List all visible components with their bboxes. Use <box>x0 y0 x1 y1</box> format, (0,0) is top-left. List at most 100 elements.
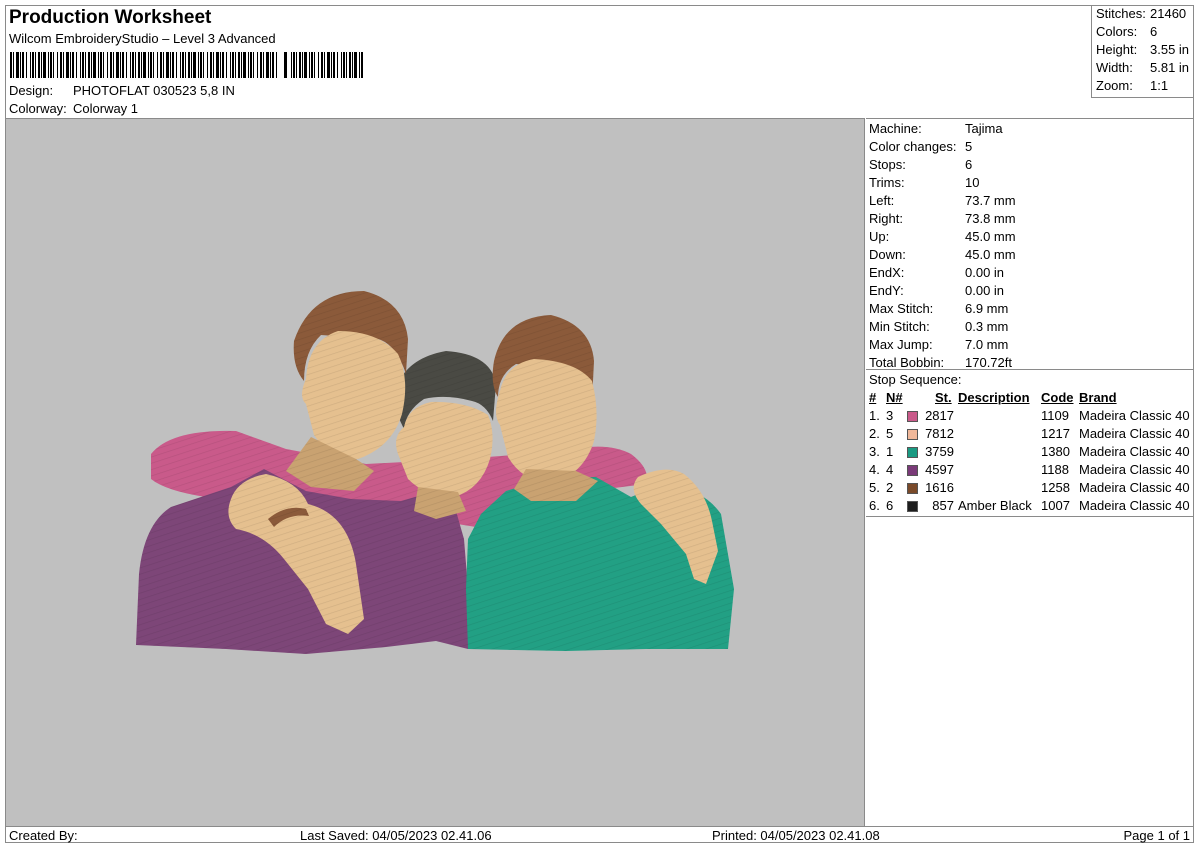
info-label: Max Stitch: <box>869 301 934 316</box>
table-row: 6. 6 857 Amber Black 1007 Madeira Classic 40 <box>866 498 1193 516</box>
table-row: 5. 2 1616 1258 Madeira Classic 40 <box>866 480 1193 498</box>
info-label: EndY: <box>869 283 904 298</box>
info-value: 73.8 mm <box>965 211 1016 226</box>
design-stats: Stitches: 21460 Colors: 6 Height: 3.55 in W… <box>1091 6 1194 98</box>
stitch-count: 857 <box>932 498 954 513</box>
info-value: 0.00 in <box>965 283 1005 298</box>
table-row: 1. 3 2817 1109 Madeira Classic 40 <box>866 408 1193 426</box>
stat-width: Width: 5.81 in <box>1096 60 1189 78</box>
col-stitches: St. <box>935 390 952 405</box>
stat-value: 21460 <box>1150 6 1187 21</box>
info-label: Color changes: <box>869 139 957 154</box>
embroidery-design-illustration <box>136 291 734 654</box>
col-code: Code <box>1041 390 1074 405</box>
stat-height: Height: 3.55 in <box>1096 42 1189 60</box>
thread-code: 1007 <box>1041 498 1070 513</box>
info-value: 0.3 mm <box>965 319 1009 334</box>
software-name: Wilcom EmbroideryStudio – Level 3 Advanc… <box>9 31 276 46</box>
info-value: 0.00 in <box>965 265 1005 280</box>
info-value: 7.0 mm <box>965 337 1009 352</box>
colorway-value: Colorway 1 <box>73 101 139 116</box>
stop-sequence-title: Stop Sequence: <box>869 372 962 387</box>
col-stop: # <box>869 390 877 405</box>
stat-label: Zoom: <box>1096 78 1133 93</box>
info-value: 6 <box>965 157 973 172</box>
info-trims: Trims: 10 <box>869 175 979 193</box>
info-right: Right: 73.8 mm <box>869 211 1016 229</box>
needle-number: 4 <box>886 462 894 477</box>
thread-brand: Madeira Classic 40 <box>1079 408 1190 423</box>
info-label: Up: <box>869 229 890 244</box>
table-row: 4. 4 4597 1188 Madeira Classic 40 <box>866 462 1193 480</box>
stitch-count: 2817 <box>925 408 954 423</box>
production-worksheet: Production Worksheet Wilcom EmbroiderySt… <box>5 5 1194 843</box>
thread-brand: Madeira Classic 40 <box>1079 498 1190 513</box>
barcode-bar <box>361 52 363 78</box>
info-label: Min Stitch: <box>869 319 930 334</box>
last-saved: Last Saved: 04/05/2023 02.41.06 <box>300 828 492 843</box>
page-number: Page 1 of 1 <box>1123 828 1191 843</box>
design-barcode <box>10 52 366 78</box>
design-label: Design: <box>9 83 54 98</box>
needle-number: 2 <box>886 480 894 495</box>
info-endy: EndY: 0.00 in <box>869 283 1004 301</box>
created-by: Created By: <box>9 828 78 843</box>
thread-brand: Madeira Classic 40 <box>1079 480 1190 495</box>
info-value: 170.72ft <box>965 355 1012 370</box>
stat-colors: Colors: 6 <box>1096 24 1157 42</box>
thread-brand: Madeira Classic 40 <box>1079 462 1190 477</box>
info-machine: Machine: Tajima <box>869 121 1003 139</box>
table-row: 3. 1 3759 1380 Madeira Classic 40 <box>866 444 1193 462</box>
info-stops: Stops: 6 <box>869 157 972 175</box>
stat-label: Width: <box>1096 60 1133 75</box>
info-color-changes: Color changes: 5 <box>869 139 972 157</box>
design-row: Design: PHOTOFLAT 030523 5,8 IN <box>9 83 235 98</box>
machine-info-panel: Machine: Tajima Color changes: 5 Stops: 6 T… <box>866 118 1193 826</box>
info-endx: EndX: 0.00 in <box>869 265 1004 283</box>
thread-color-swatch <box>907 465 918 476</box>
stat-value: 6 <box>1150 24 1158 39</box>
stat-value: 1:1 <box>1150 78 1169 93</box>
thread-brand: Madeira Classic 40 <box>1079 426 1190 441</box>
info-label: Down: <box>869 247 906 262</box>
stop-sequence-table: Stop Sequence: # N# St. Description Code… <box>866 369 1193 517</box>
info-down: Down: 45.0 mm <box>869 247 1016 265</box>
thread-color-swatch <box>907 411 918 422</box>
table-header: # N# St. Description Code Brand <box>866 390 1193 408</box>
thread-description: Amber Black <box>958 498 1032 513</box>
col-needle: N# <box>886 390 903 405</box>
thread-brand: Madeira Classic 40 <box>1079 444 1190 459</box>
stitch-count: 1616 <box>925 480 954 495</box>
col-description: Description <box>958 390 1030 405</box>
info-left: Left: 73.7 mm <box>869 193 1016 211</box>
info-value: Tajima <box>965 121 1003 136</box>
info-label: Machine: <box>869 121 922 136</box>
thread-color-swatch <box>907 447 918 458</box>
needle-number: 6 <box>886 498 894 513</box>
stat-label: Colors: <box>1096 24 1138 39</box>
stat-label: Height: <box>1096 42 1138 57</box>
info-label: Trims: <box>869 175 905 190</box>
stat-zoom: Zoom: 1:1 <box>1096 78 1168 96</box>
needle-number: 5 <box>886 426 894 441</box>
stop-index: 4. <box>869 462 880 477</box>
worksheet-header: Production Worksheet Wilcom EmbroiderySt… <box>6 6 1093 119</box>
thread-color-swatch <box>907 483 918 494</box>
worksheet-footer: Created By: Last Saved: 04/05/2023 02.41… <box>6 826 1193 843</box>
colorway-label: Colorway: <box>9 101 67 116</box>
info-max-jump: Max Jump: 7.0 mm <box>869 337 1008 355</box>
info-value: 73.7 mm <box>965 193 1016 208</box>
info-up: Up: 45.0 mm <box>869 229 1016 247</box>
stop-index: 3. <box>869 444 880 459</box>
stop-index: 5. <box>869 480 880 495</box>
stat-value: 5.81 in <box>1150 60 1190 75</box>
info-label: Max Jump: <box>869 337 933 352</box>
info-value: 45.0 mm <box>965 247 1016 262</box>
page-title: Production Worksheet <box>9 7 212 28</box>
info-label: EndX: <box>869 265 905 280</box>
stat-label: Stitches: <box>1096 6 1146 21</box>
printed-date: Printed: 04/05/2023 02.41.08 <box>712 828 880 843</box>
info-value: 6.9 mm <box>965 301 1009 316</box>
thread-code: 1258 <box>1041 480 1070 495</box>
info-min-stitch: Min Stitch: 0.3 mm <box>869 319 1008 337</box>
